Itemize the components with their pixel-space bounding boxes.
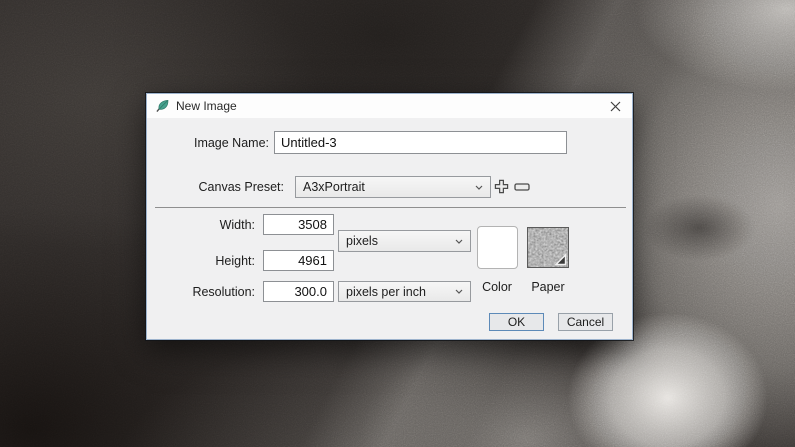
plus-icon [494, 179, 509, 194]
dimension-unit-dropdown[interactable]: pixels [338, 230, 471, 252]
canvas-preset-label: Canvas Preset: [198, 180, 284, 194]
paper-swatch-label: Paper [531, 280, 565, 294]
leaf-icon [155, 99, 169, 113]
canvas-preset-value: A3xPortrait [303, 180, 365, 194]
dialog-titlebar[interactable]: New Image [147, 94, 632, 118]
height-label: Height: [215, 254, 255, 268]
paper-swatch[interactable] [527, 227, 569, 268]
resolution-input[interactable] [263, 281, 334, 302]
chevron-down-icon [455, 239, 463, 244]
close-button[interactable] [598, 94, 632, 118]
resolution-unit-value: pixels per inch [346, 284, 426, 299]
canvas-preset-dropdown[interactable]: A3xPortrait [295, 176, 491, 198]
resize-triangle-icon [554, 253, 567, 266]
ok-button[interactable]: OK [489, 313, 544, 331]
close-icon [610, 101, 621, 112]
height-input[interactable] [263, 250, 334, 271]
resolution-unit-dropdown[interactable]: pixels per inch [338, 281, 471, 302]
chevron-down-icon [475, 185, 483, 190]
resolution-label: Resolution: [192, 285, 255, 299]
add-preset-button[interactable] [494, 179, 509, 194]
minus-icon [514, 183, 530, 191]
image-name-label: Image Name: [193, 136, 269, 150]
image-name-input[interactable] [274, 131, 567, 154]
section-divider [155, 207, 626, 208]
dialog-title: New Image [176, 99, 237, 113]
chevron-down-icon [455, 289, 463, 294]
cancel-button[interactable]: Cancel [558, 313, 613, 331]
dimension-unit-value: pixels [346, 234, 378, 248]
new-image-dialog: New Image Image Name: Canvas Preset: A3x… [146, 93, 633, 340]
remove-preset-button[interactable] [514, 183, 530, 191]
width-input[interactable] [263, 214, 334, 235]
width-label: Width: [219, 218, 255, 232]
color-swatch[interactable] [477, 226, 518, 269]
